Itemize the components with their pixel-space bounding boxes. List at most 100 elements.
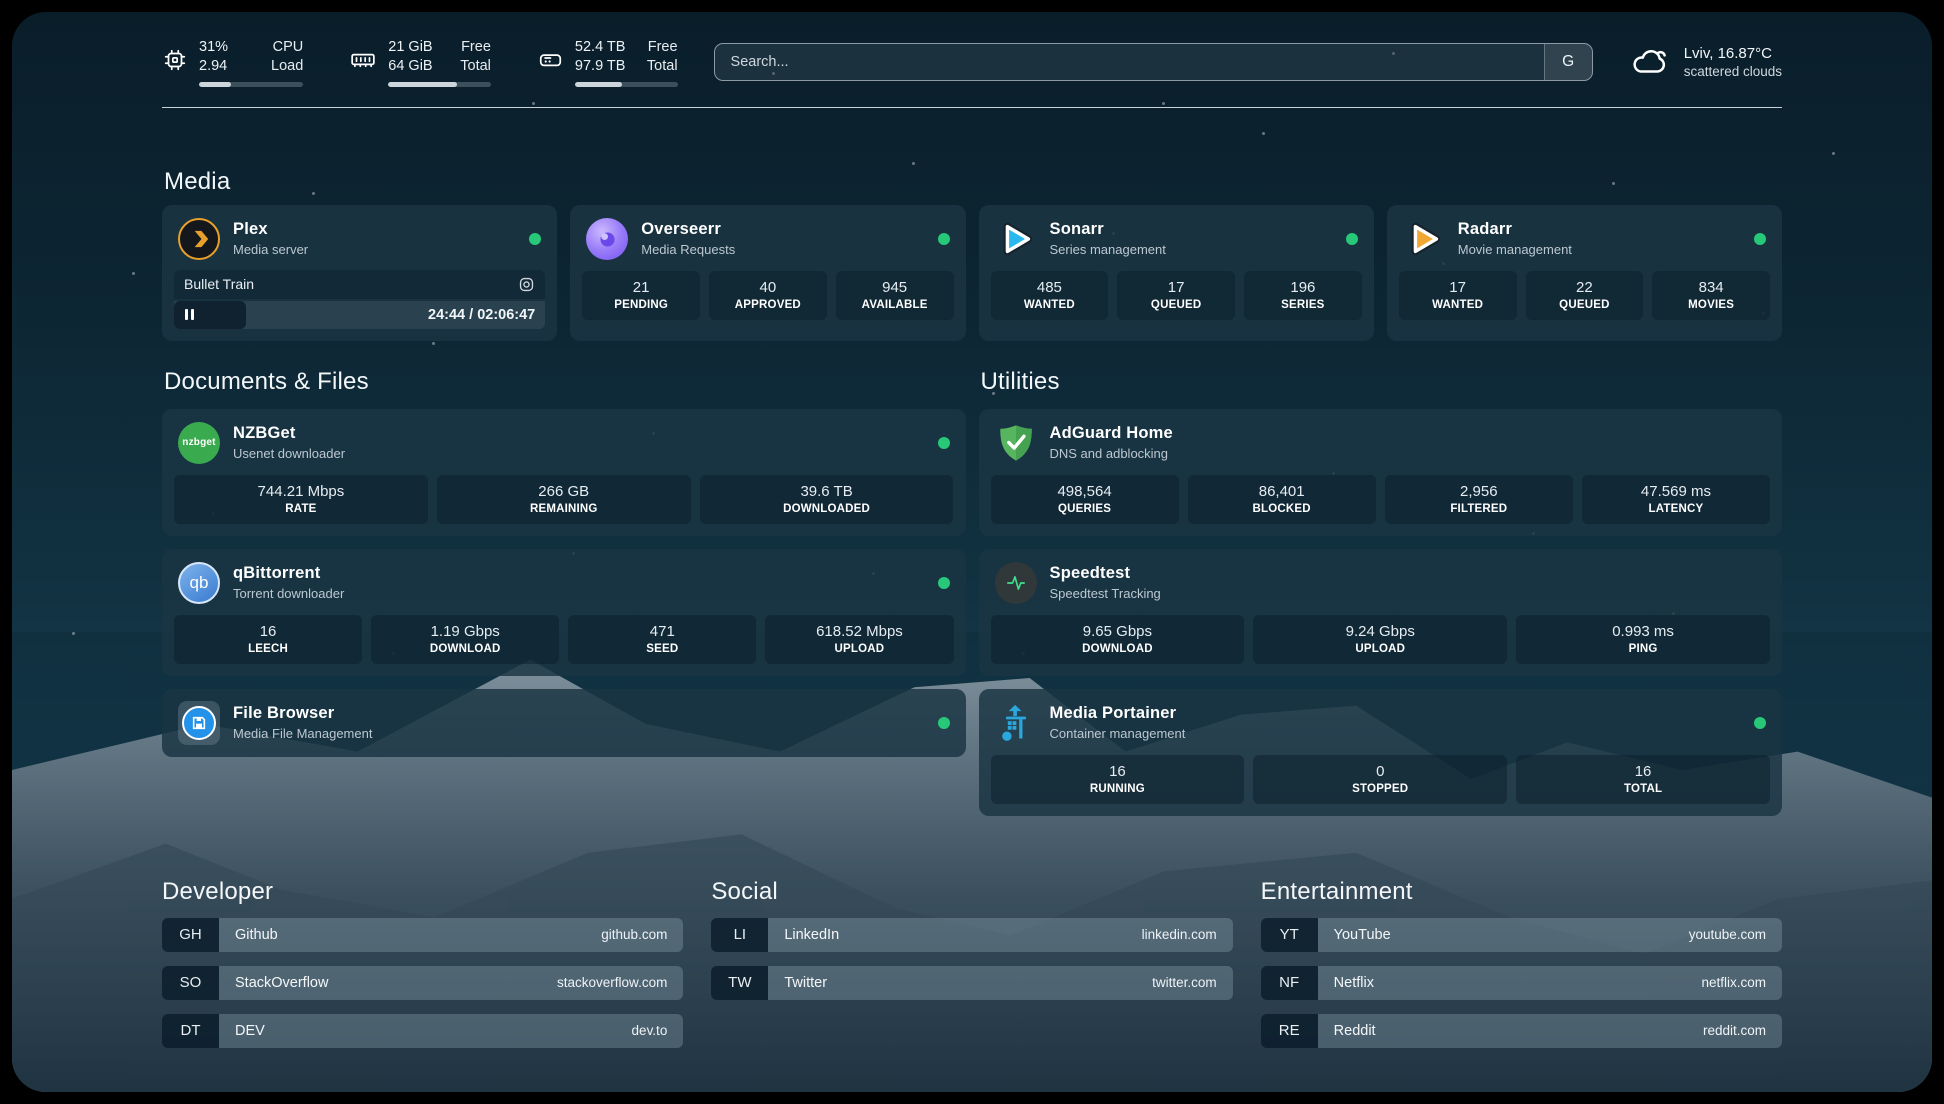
bookmark-abbr: YT (1261, 918, 1318, 952)
bookmark-url: linkedin.com (1142, 927, 1217, 942)
bookmark-linkedin[interactable]: LI LinkedIn linkedin.com (711, 918, 1232, 952)
stat-pending: 21 PENDING (582, 271, 700, 320)
header-divider (162, 107, 1782, 108)
disk-progress-bar (575, 82, 678, 87)
speedtest-icon (995, 562, 1037, 604)
stat-queued: 17 QUEUED (1117, 271, 1235, 320)
radarr-card[interactable]: Radarr Movie management 17 WANTED 22 QUE… (1387, 205, 1782, 341)
entertainment-bookmarks: Entertainment YT YouTubeyoutube.com NF N… (1261, 878, 1782, 1048)
bookmark-url: reddit.com (1703, 1023, 1766, 1038)
disk-icon (537, 47, 564, 78)
pause-button[interactable] (174, 301, 246, 329)
speedtest-card[interactable]: Speedtest Speedtest Tracking 9.65 Gbps D… (979, 549, 1783, 676)
bookmark-name: Reddit (1334, 1023, 1376, 1039)
stat-queued: 22 QUEUED (1526, 271, 1644, 320)
bookmark-dev[interactable]: DT DEVdev.to (162, 1014, 683, 1048)
status-dot (529, 233, 541, 245)
plex-icon (178, 218, 220, 260)
bookmark-abbr: LI (711, 918, 768, 952)
stat-movies: 834 MOVIES (1652, 271, 1770, 320)
ram-progress-bar (388, 82, 491, 87)
stat-stopped: 0 STOPPED (1253, 755, 1507, 804)
stat-ping: 0.993 ms PING (1516, 615, 1770, 664)
radarr-icon (1403, 218, 1445, 260)
app-name: File Browser (233, 704, 372, 723)
bookmark-github[interactable]: GH Githubgithub.com (162, 918, 683, 952)
search-bar: G (714, 43, 1593, 81)
app-subtitle: Movie management (1458, 242, 1572, 257)
bookmark-name: Twitter (784, 975, 827, 991)
documents-section-title: Documents & Files (164, 368, 966, 396)
app-name: Radarr (1458, 220, 1572, 239)
plex-card[interactable]: Plex Media server Bullet Train 24:44 (162, 205, 557, 341)
cpu-percent: 31% (199, 38, 251, 57)
bookmark-name: Netflix (1334, 975, 1374, 991)
stat-blocked: 86,401 BLOCKED (1188, 475, 1376, 524)
bookmark-youtube[interactable]: YT YouTubeyoutube.com (1261, 918, 1782, 952)
stat-download: 1.19 Gbps DOWNLOAD (371, 615, 559, 664)
weather-summary: Lviv, 16.87°C (1684, 44, 1782, 64)
app-subtitle: Container management (1050, 726, 1186, 741)
status-dot (938, 577, 950, 589)
now-playing-title: Bullet Train (184, 276, 254, 292)
bookmark-url: twitter.com (1152, 975, 1217, 990)
disk-total-label: Total (647, 57, 678, 76)
stat-wanted: 485 WANTED (991, 271, 1109, 320)
bookmark-abbr: DT (162, 1014, 219, 1048)
utilities-column: Utilities AdGuard Home (979, 368, 1783, 816)
cpu-stat: 31% 2.94 CPU Load (162, 38, 303, 87)
bookmark-abbr: SO (162, 966, 219, 1000)
overseerr-icon (586, 218, 628, 260)
cpu-icon (162, 47, 188, 78)
playback-time: 24:44 / 02:06:47 (428, 301, 535, 329)
stat-series: 196 SERIES (1244, 271, 1362, 320)
bookmark-url: stackoverflow.com (557, 975, 667, 990)
overseerr-card[interactable]: Overseerr Media Requests 21 PENDING 40 A… (570, 205, 965, 341)
stat-queries: 498,564 QUERIES (991, 475, 1179, 524)
app-name: AdGuard Home (1050, 424, 1173, 443)
app-subtitle: DNS and adblocking (1050, 446, 1173, 461)
cpu-label: CPU (271, 38, 303, 57)
weather-widget: Lviv, 16.87°C scattered clouds (1629, 43, 1782, 82)
filebrowser-icon (178, 702, 220, 744)
gear-icon[interactable] (518, 276, 535, 293)
nzbget-card[interactable]: nzbget NZBGet Usenet downloader 744.21 M… (162, 409, 966, 536)
stat-seed: 471 SEED (568, 615, 756, 664)
stat-leech: 16 LEECH (174, 615, 362, 664)
search-engine-button[interactable]: G (1544, 44, 1592, 80)
bookmark-name: StackOverflow (235, 975, 328, 991)
utilities-section-title: Utilities (981, 368, 1783, 396)
dashboard: 31% 2.94 CPU Load (12, 12, 1932, 1092)
app-subtitle: Series management (1050, 242, 1166, 257)
sonarr-icon (995, 218, 1037, 260)
qbittorrent-card[interactable]: qb qBittorrent Torrent downloader 16 LEE… (162, 549, 966, 676)
bookmark-twitter[interactable]: TW Twitter twitter.com (711, 966, 1232, 1000)
portainer-card[interactable]: Media Portainer Container management 16 … (979, 689, 1783, 816)
developer-bookmarks: Developer GH Githubgithub.com SO StackOv… (162, 878, 683, 1048)
adguard-icon (995, 422, 1037, 464)
cpu-load-label: Load (271, 57, 303, 76)
app-subtitle: Media server (233, 242, 308, 257)
adguard-card[interactable]: AdGuard Home DNS and adblocking 498,564 … (979, 409, 1783, 536)
bookmark-abbr: NF (1261, 966, 1318, 1000)
top-bar: 31% 2.94 CPU Load (162, 12, 1782, 87)
social-section-title: Social (711, 878, 1232, 906)
bookmark-abbr: TW (711, 966, 768, 1000)
search-input[interactable] (715, 44, 1544, 80)
ram-free-label: Free (460, 38, 491, 57)
bookmarks: Developer GH Githubgithub.com SO StackOv… (162, 878, 1782, 1048)
documents-column: Documents & Files nzbget NZBGet Usenet d… (162, 368, 966, 816)
bookmark-reddit[interactable]: RE Redditreddit.com (1261, 1014, 1782, 1048)
bookmark-abbr: GH (162, 918, 219, 952)
stat-remaining: 266 GB REMAINING (437, 475, 691, 524)
playback-progress-bar[interactable]: 24:44 / 02:06:47 (174, 301, 545, 329)
filebrowser-card[interactable]: File Browser Media File Management (162, 689, 966, 757)
stat-total: 16 TOTAL (1516, 755, 1770, 804)
plex-now-playing: Bullet Train 24:44 / 02:06:47 (174, 270, 545, 329)
bookmark-netflix[interactable]: NF Netflixnetflix.com (1261, 966, 1782, 1000)
weather-condition: scattered clouds (1684, 63, 1782, 81)
stat-running: 16 RUNNING (991, 755, 1245, 804)
sonarr-card[interactable]: Sonarr Series management 485 WANTED 17 Q… (979, 205, 1374, 341)
bookmark-name: LinkedIn (784, 927, 839, 943)
bookmark-stackoverflow[interactable]: SO StackOverflow stackoverflow.com (162, 966, 683, 1000)
